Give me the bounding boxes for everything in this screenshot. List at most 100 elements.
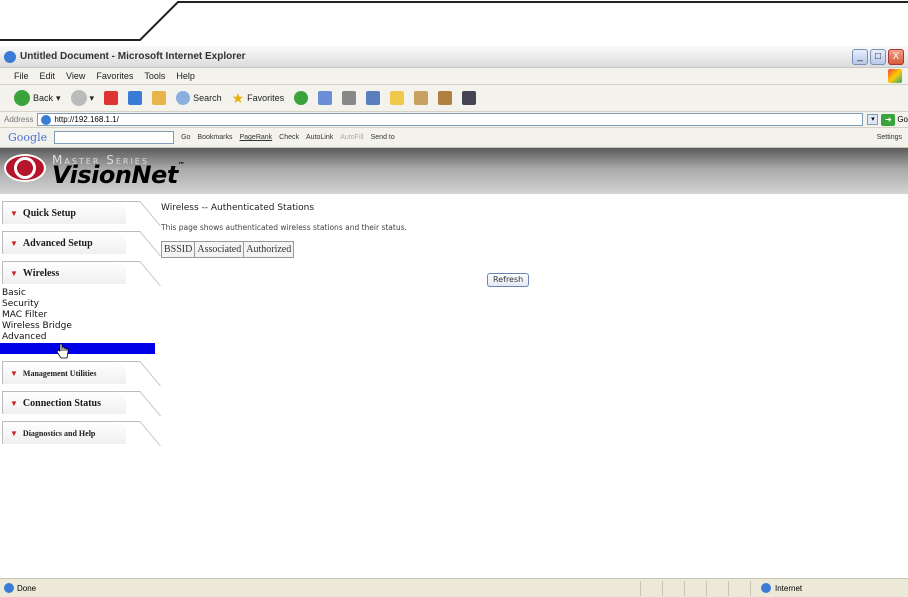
banner-brand: VisionNet™ xyxy=(52,161,185,189)
close-button[interactable]: X xyxy=(888,48,904,65)
tab-connection-status[interactable]: ▼ Connection Status xyxy=(2,391,126,414)
forward-arrow-icon xyxy=(70,90,87,106)
back-label: Back xyxy=(33,93,54,103)
status-left: Done xyxy=(0,583,640,593)
page-header-decoration xyxy=(0,1,908,41)
hand-cursor-icon xyxy=(56,343,69,359)
standard-toolbar: Back ▾ ▾ Search ★ Favorites xyxy=(0,85,908,112)
tab-label: Management Utilities xyxy=(22,368,97,378)
menu-favorites[interactable]: Favorites xyxy=(96,71,133,81)
page-description: This page shows authenticated wireless s… xyxy=(161,223,407,232)
status-segment xyxy=(640,580,662,596)
stations-table: BSSID Associated Authorized xyxy=(160,241,295,258)
status-segment xyxy=(662,580,684,596)
wireless-submenu: Basic Security MAC Filter Wireless Bridg… xyxy=(0,288,155,354)
media-icon[interactable] xyxy=(462,91,477,105)
favorites-button[interactable]: ★ Favorites xyxy=(232,90,285,107)
page-title: Wireless -- Authenticated Stations xyxy=(161,203,315,213)
tab-advanced-setup[interactable]: ▼ Advanced Setup xyxy=(2,231,126,254)
google-search-input[interactable] xyxy=(54,131,175,144)
go-button[interactable]: ➜ Go xyxy=(881,113,908,126)
refresh-button[interactable]: Refresh xyxy=(487,273,530,287)
maximize-button[interactable]: □ xyxy=(870,48,886,65)
go-arrow-icon: ➜ xyxy=(881,113,896,126)
tab-label: Connection Status xyxy=(22,397,101,409)
address-input[interactable]: http://192.168.1.1/ xyxy=(37,113,864,126)
bookmarks-button[interactable]: Bookmarks xyxy=(197,134,232,141)
send-to-button[interactable]: Send to xyxy=(371,134,395,141)
submenu-wireless-bridge[interactable]: Wireless Bridge xyxy=(0,321,155,332)
status-bar: Done Internet xyxy=(0,578,908,597)
address-dropdown-button[interactable]: ▾ xyxy=(867,114,879,125)
google-go-button[interactable]: Go xyxy=(181,134,190,141)
ie-icon xyxy=(4,50,16,63)
ie-page-icon xyxy=(41,114,52,125)
tab-quick-setup[interactable]: ▼ Quick Setup xyxy=(2,201,126,224)
submenu-station-info-selected[interactable] xyxy=(0,343,155,354)
visionnet-banner: Master Series VisionNet™ xyxy=(0,148,908,194)
folder-icon[interactable] xyxy=(390,91,405,105)
search-label: Search xyxy=(193,93,222,103)
star-icon: ★ xyxy=(231,89,245,106)
triangle-down-icon: ▼ xyxy=(10,208,18,218)
chevron-down-icon: ▾ xyxy=(89,92,95,103)
home-icon[interactable] xyxy=(152,91,167,105)
google-logo: Google xyxy=(8,131,48,144)
triangle-down-icon: ▼ xyxy=(10,238,18,248)
submenu-advanced[interactable]: Advanced xyxy=(0,332,155,343)
status-segment xyxy=(728,580,750,596)
address-bar: Address http://192.168.1.1/ ▾ ➜ Go xyxy=(0,112,908,128)
tab-diagnostics-and-help[interactable]: ▼ Diagnostics and Help xyxy=(2,421,126,444)
check-button[interactable]: Check xyxy=(279,134,299,141)
windows-logo-icon xyxy=(888,69,902,83)
mail-icon[interactable] xyxy=(318,91,333,105)
chevron-down-icon: ▾ xyxy=(56,92,61,103)
submenu-mac-filter[interactable]: MAC Filter xyxy=(0,310,155,321)
triangle-down-icon: ▼ xyxy=(10,368,18,378)
refresh-icon[interactable] xyxy=(128,91,143,105)
go-label: Go xyxy=(897,115,908,124)
title-bar: Untitled Document - Microsoft Internet E… xyxy=(0,46,908,68)
pagerank-indicator: PageRank xyxy=(239,134,273,141)
menu-view[interactable]: View xyxy=(66,71,85,81)
print-icon[interactable] xyxy=(342,91,357,105)
triangle-down-icon: ▼ xyxy=(10,398,18,408)
menu-help[interactable]: Help xyxy=(176,71,195,81)
globe-icon xyxy=(761,583,771,593)
triangle-down-icon: ▼ xyxy=(10,268,18,278)
settings-button[interactable]: Settings xyxy=(877,134,902,141)
search-button[interactable]: Search xyxy=(176,91,222,105)
zone-text: Internet xyxy=(775,583,803,593)
edit-icon[interactable] xyxy=(366,91,381,105)
autolink-button[interactable]: AutoLink xyxy=(306,134,333,141)
visionnet-logo-icon xyxy=(4,154,46,182)
brand-text: VisionNet xyxy=(52,161,178,189)
menu-tools[interactable]: Tools xyxy=(144,71,165,81)
back-button[interactable]: Back ▾ xyxy=(14,90,61,106)
minimize-button[interactable]: _ xyxy=(852,48,868,65)
autofill-button[interactable]: AutoFill xyxy=(340,134,363,141)
tab-management-utilities[interactable]: ▼ Management Utilities xyxy=(2,361,126,384)
status-segment xyxy=(706,580,728,596)
security-zone: Internet xyxy=(750,580,803,596)
submenu-basic[interactable]: Basic xyxy=(0,288,155,299)
history-icon[interactable] xyxy=(294,91,309,105)
window-title: Untitled Document - Microsoft Internet E… xyxy=(20,51,246,62)
stop-icon[interactable] xyxy=(104,91,119,105)
address-label: Address xyxy=(4,115,34,124)
submenu-security[interactable]: Security xyxy=(0,299,155,310)
column-bssid: BSSID xyxy=(160,241,196,258)
menu-file[interactable]: File xyxy=(14,71,29,81)
search-icon xyxy=(176,91,191,105)
browser-window: Untitled Document - Microsoft Internet E… xyxy=(0,46,908,597)
messenger-icon[interactable] xyxy=(414,91,429,105)
tab-wireless[interactable]: ▼ Wireless xyxy=(2,261,126,284)
main-content: Wireless -- Authenticated Stations This … xyxy=(160,194,901,287)
status-segment xyxy=(684,580,706,596)
forward-button[interactable]: ▾ xyxy=(70,90,95,106)
tab-label: Quick Setup xyxy=(22,207,76,219)
table-header-row: BSSID Associated Authorized xyxy=(160,241,295,258)
ie-status-icon xyxy=(4,583,14,593)
menu-edit[interactable]: Edit xyxy=(40,71,56,81)
research-icon[interactable] xyxy=(438,91,453,105)
